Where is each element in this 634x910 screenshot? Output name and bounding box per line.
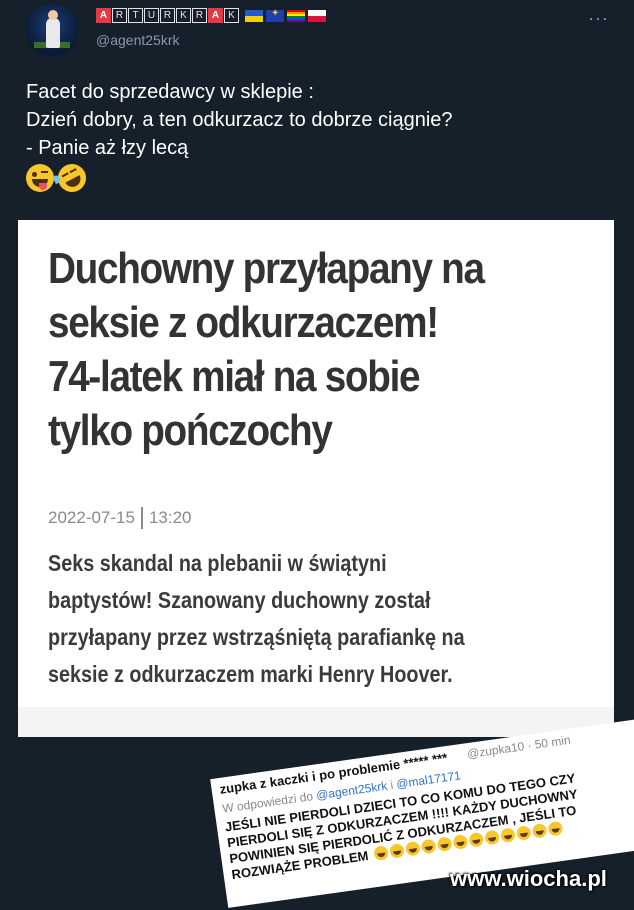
- rainbow-flag-icon: [287, 9, 305, 22]
- article-headline: Duchowny przyłapany na seksie z odkurzac…: [48, 242, 537, 458]
- avatar[interactable]: [26, 4, 78, 56]
- watermark: www.wiocha.pl: [450, 866, 607, 891]
- name-letter: R: [112, 8, 127, 23]
- tears-of-joy-emoji-icon: [404, 840, 421, 857]
- lead-line: przyłapany przez wstrząśniętą parafiankę…: [48, 624, 465, 650]
- article-meta: 2022-07-15 13:20: [48, 507, 192, 529]
- rolling-on-floor-laughing-emoji-icon: [52, 159, 91, 197]
- article-lead: Seks skandal na plebanii w świątyni bapt…: [48, 545, 581, 693]
- name-letter: T: [128, 8, 143, 23]
- tears-of-joy-emoji-icon: [452, 834, 468, 850]
- name-letter: R: [192, 8, 207, 23]
- tears-of-joy-emoji-icon: [467, 831, 484, 848]
- name-letter: A: [208, 8, 223, 23]
- tears-of-joy-emoji-icon: [499, 827, 516, 844]
- avatar-figure: [46, 18, 60, 48]
- tweet-line: Facet do sprzedawcy w sklepie :: [26, 81, 314, 103]
- lead-line: Seks skandal na plebanii w świątyni: [48, 550, 387, 576]
- flags: [245, 8, 326, 22]
- tweet-text: Facet do sprzedawcy w sklepie : Dzień do…: [26, 78, 453, 197]
- emoji-row: [26, 159, 453, 197]
- tears-of-joy-emoji-icon: [436, 836, 452, 853]
- tears-of-joy-emoji-icon: [372, 845, 389, 862]
- headline-line: tylko pończochy: [48, 406, 333, 455]
- display-name[interactable]: A R T U R K R A K: [96, 8, 326, 23]
- avatar-head: [48, 10, 58, 20]
- headline-line: seksie z odkurzaczem!: [48, 298, 439, 347]
- reply-and: i: [389, 777, 395, 793]
- more-options-icon[interactable]: ···: [588, 8, 609, 29]
- tears-of-joy-emoji-icon: [531, 823, 548, 839]
- tears-of-joy-emoji-icon: [483, 829, 500, 846]
- eu-flag-icon: [266, 8, 284, 22]
- zany-face-emoji-icon: [26, 164, 54, 192]
- poland-flag-icon: [308, 9, 326, 22]
- article-time: 13:20: [148, 508, 192, 527]
- tears-of-joy-emoji-icon: [547, 820, 563, 837]
- user-handle[interactable]: @agent25krk: [96, 32, 179, 48]
- name-letter: K: [176, 8, 191, 23]
- tears-of-joy-emoji-icon: [420, 838, 437, 855]
- name-letter: A: [96, 8, 111, 23]
- lead-line: baptystów! Szanowany duchowny został: [48, 587, 431, 613]
- tweet-line: - Panie aż łzy lecą: [26, 137, 189, 159]
- tears-of-joy-emoji-icon: [515, 825, 532, 842]
- tears-of-joy-emoji-icon: [388, 843, 405, 859]
- meta-divider: [140, 507, 143, 529]
- article-screenshot[interactable]: Duchowny przyłapany na seksie z odkurzac…: [18, 220, 614, 737]
- headline-line: Duchowny przyłapany na: [48, 244, 485, 293]
- article-date: 2022-07-15: [48, 508, 135, 527]
- name-letter: R: [160, 8, 175, 23]
- headline-line: 74-latek miał na sobie: [48, 352, 421, 401]
- name-letter: K: [224, 8, 239, 23]
- name-letter: U: [144, 8, 159, 23]
- ukraine-flag-icon: [245, 9, 263, 22]
- tweet-line: Dzień dobry, a ten odkurzacz to dobrze c…: [26, 109, 453, 131]
